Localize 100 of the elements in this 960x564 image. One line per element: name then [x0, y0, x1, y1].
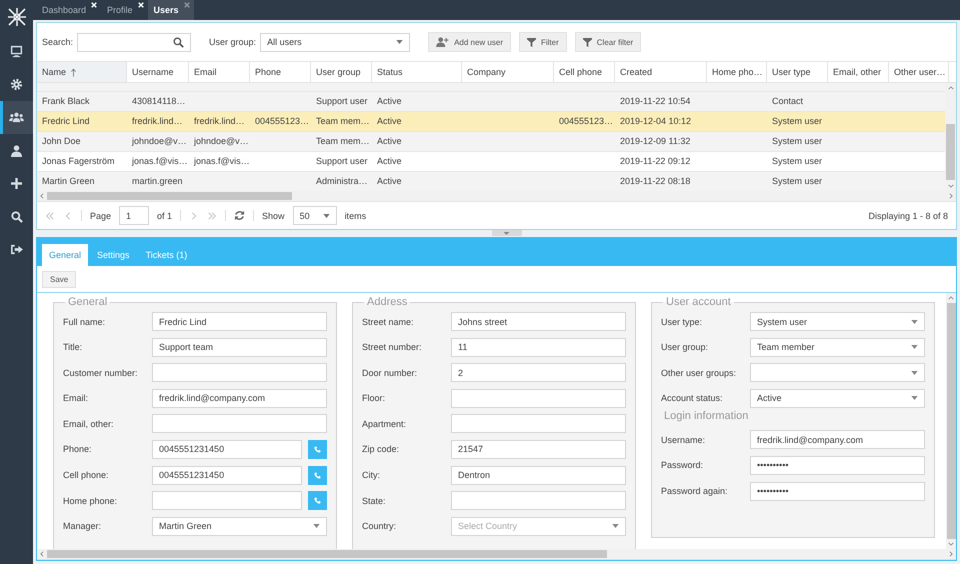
text-field[interactable]: fredrik.lind@company.com	[750, 430, 925, 450]
search-label: Search:	[42, 37, 74, 47]
scrollbar-thumb[interactable]	[946, 303, 956, 539]
sidebar-item[interactable]	[0, 101, 33, 134]
field-label: Floor:	[362, 393, 386, 404]
text-field[interactable]	[451, 388, 626, 408]
search-field[interactable]	[77, 32, 192, 52]
horizontal-scrollbar[interactable]	[37, 191, 956, 202]
scroll-up-icon[interactable]	[948, 86, 954, 90]
text-field[interactable]: ••••••••••	[750, 482, 925, 501]
phone-field[interactable]: 0045551231450	[152, 440, 302, 459]
dropdown[interactable]: System user	[750, 312, 925, 331]
tab[interactable]: Users	[148, 0, 194, 20]
column-header[interactable]: User type	[767, 62, 828, 82]
table-row[interactable]: John Doe johndoe@v… johndoe@v… Team mem… Active 2019-12-09 11:32 System user	[37, 132, 945, 152]
text-field[interactable]	[152, 414, 327, 434]
text-field[interactable]: ••••••••••	[750, 456, 925, 475]
gear-icon	[10, 78, 23, 91]
dropdown[interactable]	[750, 363, 925, 382]
table-cell-text: Support user	[315, 155, 369, 168]
field-label: Apartment:	[362, 418, 408, 429]
column-header[interactable]: Name	[37, 62, 127, 82]
scroll-right-icon[interactable]	[949, 551, 953, 557]
text-field[interactable]: Fredric Lind	[152, 312, 327, 331]
scroll-right-icon[interactable]	[949, 193, 953, 199]
user-group-dropdown[interactable]: All users	[260, 32, 410, 52]
text-field[interactable]: Dentron	[451, 466, 626, 485]
toolbar-button[interactable]: Filter	[518, 32, 567, 52]
call-button[interactable]	[308, 466, 327, 485]
page-size-dropdown[interactable]: 50	[292, 206, 337, 225]
column-header[interactable]: Email, other	[828, 62, 889, 82]
horizontal-scrollbar[interactable]	[37, 549, 956, 560]
tab[interactable]: Profile	[101, 0, 148, 20]
table-cell-text: Active	[376, 175, 403, 188]
vertical-scrollbar[interactable]	[946, 293, 956, 549]
dropdown[interactable]: Active	[750, 388, 925, 408]
section-legend: Address	[364, 296, 410, 308]
tab[interactable]: Dashboard	[36, 0, 102, 20]
column-header[interactable]: Email	[189, 62, 250, 82]
column-header[interactable]: User group	[311, 62, 372, 82]
column-header[interactable]: Company	[462, 62, 554, 82]
scrollbar-thumb[interactable]	[47, 192, 292, 200]
scroll-left-icon[interactable]	[40, 551, 44, 557]
scroll-left-icon[interactable]	[40, 193, 44, 199]
column-header[interactable]: Cell phone	[554, 62, 615, 82]
column-header[interactable]: Username	[127, 62, 189, 82]
phone-field[interactable]: 0045551231450	[152, 466, 302, 485]
table-cell-text: 2019-11-22 10:54	[619, 95, 692, 108]
table-cell-text: 430814118…	[131, 95, 186, 108]
field-label: Street name:	[362, 316, 415, 326]
call-button[interactable]	[308, 440, 327, 459]
column-header[interactable]: Status	[372, 62, 462, 82]
table-cell-text: Fredric Lind	[41, 115, 91, 128]
scroll-down-icon[interactable]	[948, 184, 954, 188]
table-cell-text: System user	[771, 175, 824, 188]
user-plus-icon	[436, 37, 450, 47]
table-row[interactable]: Frank Black 430814118… Support user Active 2019-11-22 10:54 Contact	[37, 92, 945, 112]
scroll-up-icon[interactable]	[948, 296, 954, 300]
phone-field[interactable]	[152, 491, 302, 510]
text-field[interactable]: 11	[451, 338, 626, 357]
vertical-scrollbar[interactable]	[945, 83, 956, 191]
page-field[interactable]: 1	[119, 206, 150, 225]
column-header[interactable]: Home pho…	[707, 62, 767, 82]
table-cell-text: 2019-11-22 08:18	[619, 175, 692, 188]
sort-arrow-icon	[71, 68, 76, 76]
toolbar-button[interactable]: Add new user	[428, 32, 511, 52]
field-label: Title:	[63, 342, 84, 352]
text-field[interactable]: Support team	[152, 338, 327, 357]
field-label: State:	[362, 496, 387, 506]
table-row[interactable]: Fredric Lind fredrik.lind… fredrik.lind… 004555123… Team mem… Active 004555123… 2019-12-04 10:12 System user	[37, 112, 945, 132]
text-field[interactable]: fredrik.lind@company.com	[152, 388, 327, 408]
column-header[interactable]: Created	[615, 62, 707, 82]
text-field[interactable]: Johns street	[451, 312, 626, 331]
scrollbar-thumb[interactable]	[47, 550, 607, 558]
text-field[interactable]	[451, 414, 626, 434]
field-label: Password again:	[661, 486, 729, 496]
dropdown[interactable]: Martin Green	[152, 516, 327, 536]
splitter-handle[interactable]	[492, 230, 522, 236]
text-field[interactable]	[152, 363, 327, 382]
dropdown[interactable]: Team member	[750, 338, 925, 357]
column-header[interactable]: Other user…	[889, 62, 949, 82]
column-header[interactable]: Phone	[250, 62, 311, 82]
field-label: City:	[362, 470, 381, 480]
toolbar-button[interactable]: Clear filter	[574, 32, 642, 52]
text-field[interactable]	[451, 491, 626, 510]
search-icon[interactable]	[173, 36, 184, 48]
table-cell-text: fredrik.lind…	[131, 115, 184, 128]
call-button[interactable]	[308, 491, 327, 510]
field-label: Cell phone:	[63, 470, 110, 480]
user-icon	[11, 144, 22, 156]
field-label: User type:	[661, 316, 704, 326]
scroll-down-icon[interactable]	[948, 542, 954, 546]
text-field[interactable]: 21547	[451, 440, 626, 459]
field-label: Email:	[63, 393, 90, 404]
text-field[interactable]: 2	[451, 363, 626, 382]
save-button[interactable]: Save	[42, 270, 76, 288]
table-cell-text: Contact	[771, 95, 804, 108]
table-row[interactable]: Martin Green martin.green Administra… Active 2019-11-22 08:18 System user	[37, 172, 945, 191]
refresh-icon[interactable]	[234, 210, 246, 221]
scrollbar-thumb[interactable]	[946, 124, 955, 180]
